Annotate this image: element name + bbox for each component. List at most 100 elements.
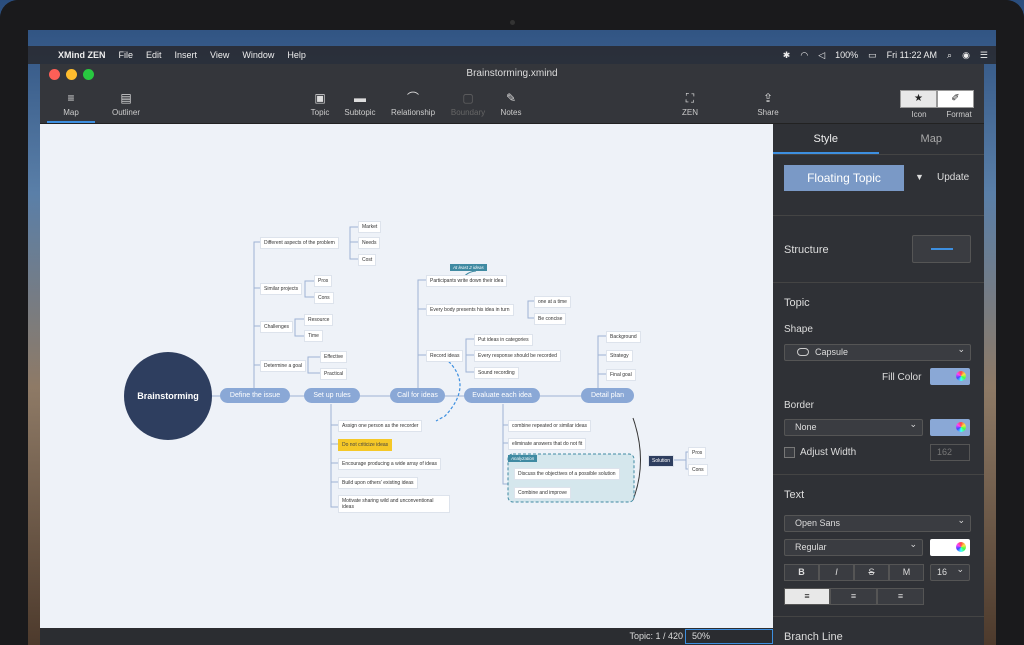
user-icon[interactable]: ◉ — [962, 50, 970, 61]
subtopic[interactable]: Record ideas — [426, 350, 464, 362]
align-right-icon[interactable]: ≡ — [877, 588, 924, 605]
subtopic[interactable]: Pros — [688, 447, 707, 459]
font-weight-select[interactable]: Regular — [784, 537, 923, 556]
subtopic[interactable]: Final goal — [606, 369, 636, 381]
subtopic[interactable]: Resource — [304, 314, 334, 326]
main-topic-rules[interactable]: Set up rules — [304, 388, 360, 403]
search-icon[interactable]: ⌕ — [947, 50, 952, 61]
subtopic[interactable]: Cost — [358, 254, 377, 266]
menu-help[interactable]: Help — [287, 50, 306, 60]
menu-edit[interactable]: Edit — [146, 50, 162, 60]
style-preset-button[interactable]: Floating Topic — [784, 165, 904, 191]
zen-label: ZEN — [682, 108, 698, 117]
map-tab[interactable]: ≡ Map — [43, 92, 99, 123]
root-topic[interactable]: Brainstorming — [124, 352, 212, 440]
list-icon[interactable]: ☰ — [980, 50, 988, 61]
subtopic[interactable]: Every body presents his idea in turn — [426, 304, 514, 316]
subtopic[interactable]: Cons — [688, 464, 708, 476]
menu-view[interactable]: View — [210, 50, 229, 60]
font-select[interactable]: Open Sans — [784, 513, 971, 532]
zoom-select[interactable]: 50% — [685, 629, 773, 644]
subtopic[interactable]: Similar projects — [260, 283, 303, 295]
brush-icon[interactable]: ✐ — [937, 90, 974, 108]
subtopic[interactable]: combine repeated or similar ideas — [508, 420, 592, 432]
share-button[interactable]: ⇪ Share — [740, 92, 796, 118]
font-size-select[interactable]: 16 — [930, 562, 970, 581]
battery-icon[interactable]: ▭ — [868, 50, 877, 61]
clock[interactable]: Fri 11:22 AM — [887, 50, 937, 60]
menu-app[interactable]: XMind ZEN — [58, 50, 106, 60]
width-input[interactable]: 162 — [930, 444, 970, 461]
subtopic[interactable]: Strategy — [606, 350, 633, 362]
subtopic[interactable]: one at a time — [534, 296, 571, 308]
align-center-icon[interactable]: ≡ — [830, 588, 877, 605]
divider — [773, 282, 984, 283]
color-wheel-icon[interactable] — [956, 371, 966, 381]
border-select[interactable]: None — [784, 417, 923, 436]
italic-button[interactable]: I — [819, 564, 854, 581]
strikethrough-button[interactable]: S — [854, 564, 889, 581]
subtopic[interactable]: Pros — [314, 275, 333, 287]
update-button[interactable]: Update — [937, 172, 969, 183]
subtopic[interactable]: Cons — [314, 292, 334, 304]
gear-icon[interactable]: ✱ — [783, 50, 791, 61]
subtopic[interactable]: Determine a goal — [260, 360, 307, 372]
notes-button[interactable]: ✎ Notes — [483, 92, 539, 118]
main-topic-detail[interactable]: Detail plan — [581, 388, 634, 403]
border-color-swatch[interactable] — [930, 419, 970, 436]
zen-button[interactable]: ⛶ ZEN — [662, 92, 718, 118]
shape-select[interactable]: Capsule — [784, 342, 971, 361]
adjust-width-checkbox[interactable] — [784, 447, 795, 458]
case-button[interactable]: M — [889, 564, 924, 581]
subtopic[interactable]: Market — [358, 221, 382, 233]
text-color-swatch[interactable] — [930, 539, 970, 556]
main-topic-evaluate[interactable]: Evaluate each idea — [464, 388, 540, 403]
boundary-label: Boundary — [450, 108, 486, 117]
label-tag[interactable]: At least 2 ideas — [450, 264, 487, 271]
label-tag[interactable]: Analyzation — [508, 455, 538, 462]
subtopic-solution[interactable]: Solution — [648, 455, 675, 467]
menu-insert[interactable]: Insert — [175, 50, 198, 60]
star-icon[interactable]: ★ — [900, 90, 937, 108]
wifi-icon[interactable]: ◠ — [800, 50, 808, 61]
subtopic[interactable]: Motivate sharing wild and unconventional… — [338, 495, 450, 513]
subtopic[interactable]: Encourage producing a wide array of idea… — [338, 458, 442, 470]
subtopic[interactable]: Background — [606, 331, 641, 343]
subtopic[interactable]: Practical — [320, 368, 348, 380]
subtopic-highlighted[interactable]: Do not criticize ideas — [338, 439, 393, 451]
fill-color-swatch[interactable] — [930, 368, 970, 385]
subtopic[interactable]: Discuss the objectives of a possible sol… — [514, 468, 620, 480]
volume-icon[interactable]: ◁ — [818, 50, 825, 61]
battery-percent: 100% — [835, 50, 859, 60]
subtopic[interactable]: Challenges — [260, 321, 294, 333]
menu-file[interactable]: File — [119, 50, 134, 60]
mindmap-canvas[interactable]: Brainstorming Define the issue Set up ru… — [40, 124, 773, 628]
subtopic[interactable]: Participants write down their idea — [426, 275, 508, 287]
color-wheel-icon[interactable] — [956, 422, 966, 432]
structure-picker[interactable] — [912, 235, 971, 263]
subtopic[interactable]: Be concise — [534, 313, 567, 325]
menu-window[interactable]: Window — [242, 50, 274, 60]
bold-button[interactable]: B — [784, 564, 819, 581]
relationship-button[interactable]: ⌒ Relationship — [385, 92, 441, 118]
tab-map[interactable]: Map — [879, 124, 985, 154]
main-topic-define[interactable]: Define the issue — [220, 388, 290, 403]
color-wheel-icon[interactable] — [956, 542, 966, 552]
subtopic[interactable]: Every response should be recorded — [474, 350, 561, 362]
subtopic[interactable]: Put ideas in categories — [474, 334, 533, 346]
subtopic[interactable]: Effective — [320, 351, 348, 363]
main-topic-call[interactable]: Call for ideas — [390, 388, 445, 403]
align-left-icon[interactable]: ≡ — [784, 588, 830, 605]
tab-style[interactable]: Style — [773, 124, 879, 154]
subtopic[interactable]: Build upon others' existing ideas — [338, 477, 418, 489]
caret-down-icon[interactable]: ▼ — [915, 172, 924, 182]
subtopic[interactable]: Time — [304, 330, 323, 342]
subtopic[interactable]: eliminate answers that do not fit — [508, 438, 587, 450]
subtopic[interactable]: Needs — [358, 237, 381, 249]
subtopic[interactable]: Sound recording — [474, 367, 519, 379]
subtopic-button[interactable]: ▬ Subtopic — [332, 92, 388, 118]
subtopic[interactable]: Different aspects of the problem — [260, 237, 339, 249]
subtopic[interactable]: Combine and improve — [514, 487, 571, 499]
outliner-tab[interactable]: ▤ Outliner — [98, 92, 154, 118]
subtopic[interactable]: Assign one person as the recorder — [338, 420, 423, 432]
